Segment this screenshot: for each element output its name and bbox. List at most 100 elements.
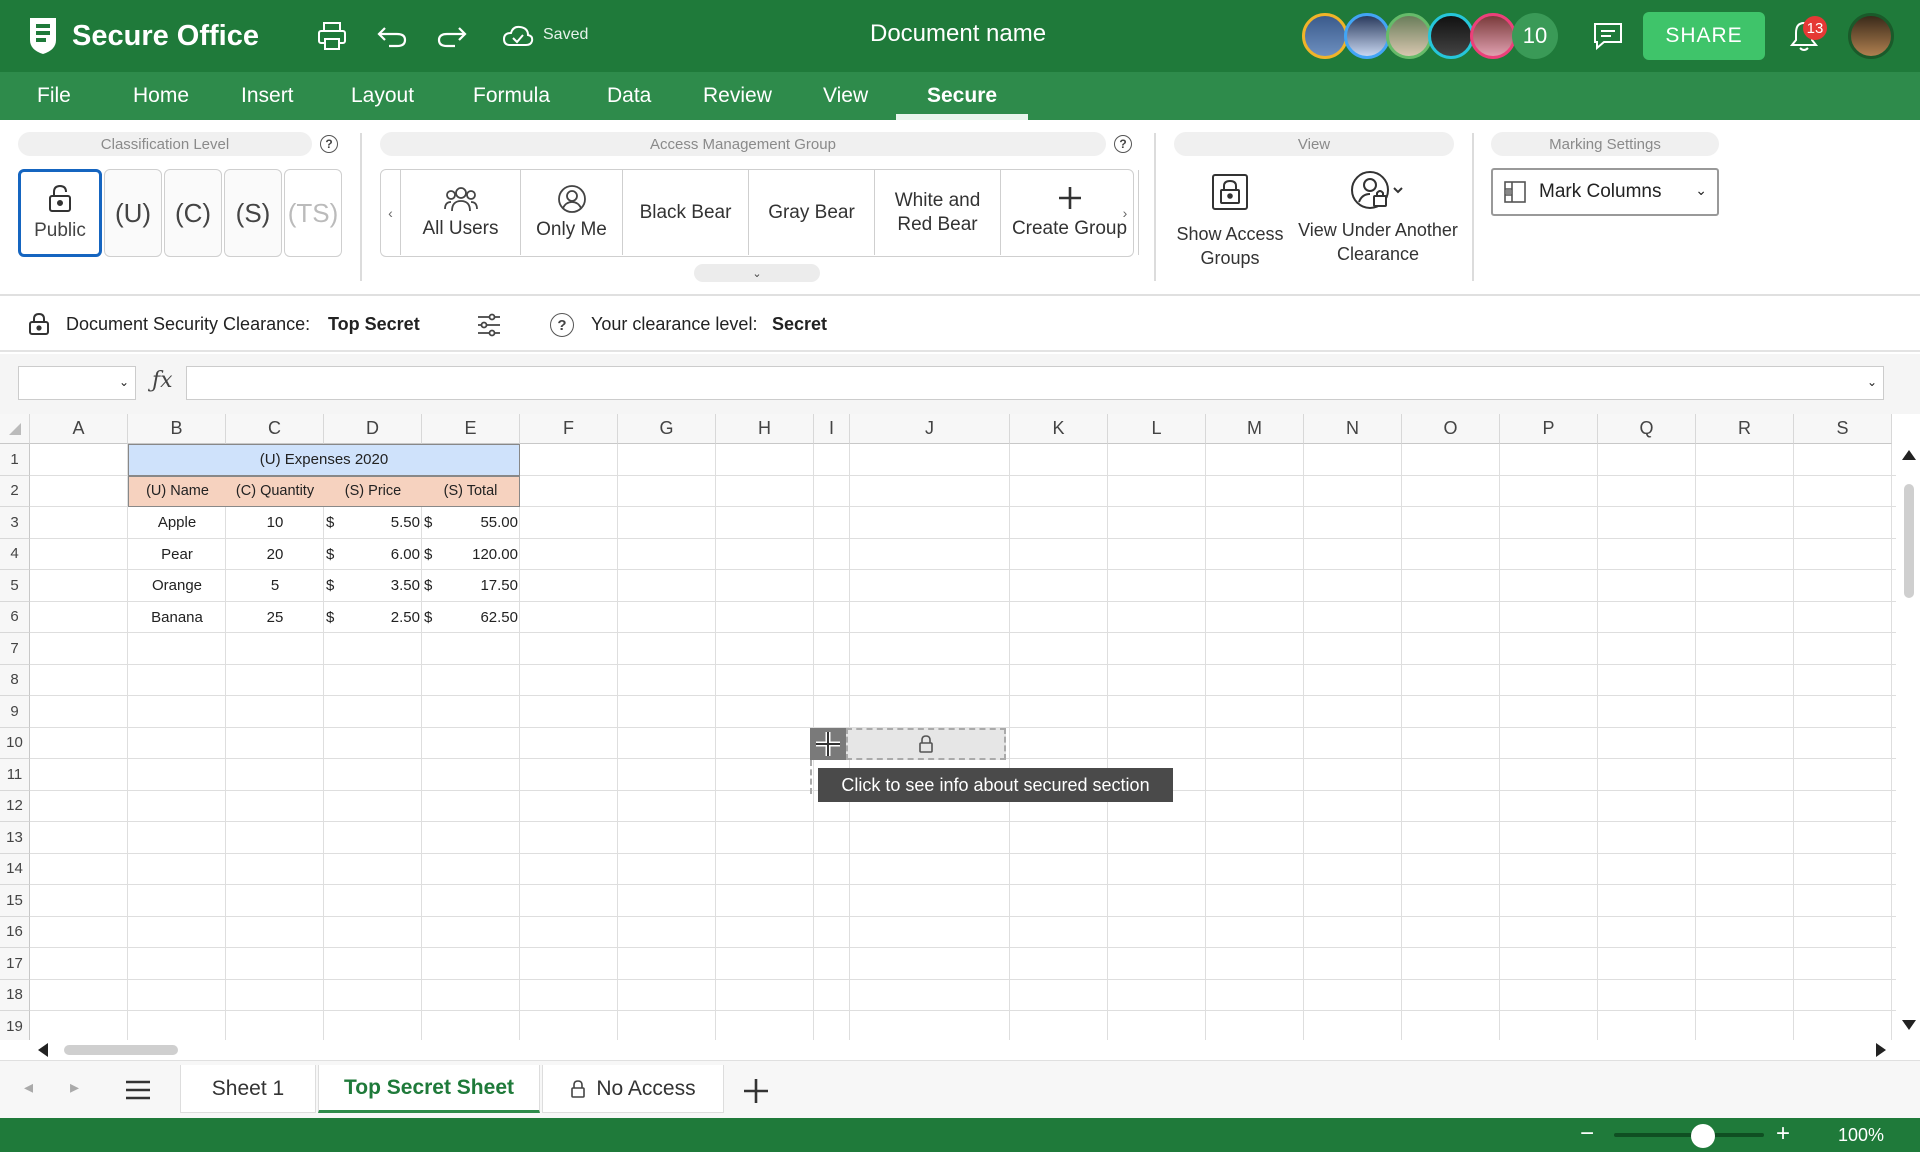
classification-public-button[interactable]: Public (18, 169, 102, 257)
column-header-r[interactable]: R (1696, 414, 1794, 444)
name-box[interactable]: ⌄ (18, 366, 136, 400)
table-header-cell[interactable]: (U) Name (128, 475, 226, 507)
column-header-g[interactable]: G (618, 414, 716, 444)
column-header-e[interactable]: E (422, 414, 520, 444)
scrollbar-thumb[interactable] (1904, 484, 1914, 598)
access-only-me-button[interactable]: Only Me (521, 170, 623, 255)
table-cell-total[interactable]: 62.50 (436, 602, 520, 634)
scroll-up-icon[interactable] (1902, 450, 1916, 460)
row-header-2[interactable]: 2 (0, 475, 30, 507)
table-cell-name[interactable]: Orange (128, 570, 226, 602)
scroll-right-icon[interactable] (1876, 1043, 1886, 1057)
column-header-m[interactable]: M (1206, 414, 1304, 444)
table-header-cell[interactable]: (S) Price (324, 475, 422, 507)
expand-chevron-down-icon[interactable]: ⌄ (694, 264, 820, 282)
column-header-i[interactable]: I (814, 414, 850, 444)
table-cell-quantity[interactable]: 25 (226, 602, 324, 634)
avatar[interactable] (1302, 13, 1348, 59)
tab-no-access[interactable]: No Access (542, 1065, 724, 1113)
column-header-n[interactable]: N (1304, 414, 1402, 444)
help-icon[interactable]: ? (320, 135, 338, 153)
classification-c-button[interactable]: (C) (164, 169, 222, 257)
column-header-q[interactable]: Q (1598, 414, 1696, 444)
column-header-c[interactable]: C (226, 414, 324, 444)
settings-sliders-icon[interactable] (476, 312, 502, 338)
scroll-right-icon[interactable]: › (1117, 170, 1133, 255)
row-header-1[interactable]: 1 (0, 444, 30, 476)
table-cell-quantity[interactable]: 20 (226, 539, 324, 571)
select-all-corner[interactable] (0, 414, 30, 444)
table-cell-currency[interactable]: $ (422, 602, 436, 634)
row-header-12[interactable]: 12 (0, 790, 30, 822)
table-header-cell[interactable]: (C) Quantity (226, 475, 324, 507)
row-header-17[interactable]: 17 (0, 948, 30, 980)
zoom-slider-thumb[interactable] (1691, 1124, 1715, 1148)
row-header-11[interactable]: 11 (0, 759, 30, 791)
column-header-s[interactable]: S (1794, 414, 1892, 444)
menu-review[interactable]: Review (703, 84, 772, 108)
menu-secure[interactable]: Secure (927, 84, 997, 108)
table-cell-currency[interactable]: $ (324, 570, 338, 602)
sheet-list-menu-icon[interactable] (124, 1079, 152, 1101)
access-black-bear-button[interactable]: Black Bear (623, 170, 749, 255)
table-cell-quantity[interactable]: 5 (226, 570, 324, 602)
mark-columns-select[interactable]: Mark Columns ⌄ (1491, 168, 1719, 216)
show-access-groups-button[interactable]: Show Access Groups (1170, 172, 1290, 270)
vertical-scrollbar[interactable] (1896, 444, 1920, 1040)
row-header-10[interactable]: 10 (0, 727, 30, 759)
zoom-out-icon[interactable]: − (1580, 1120, 1594, 1148)
print-icon[interactable] (314, 18, 350, 54)
access-all-users-button[interactable]: All Users (401, 170, 521, 255)
add-sheet-icon[interactable] (742, 1077, 770, 1105)
row-header-4[interactable]: 4 (0, 538, 30, 570)
view-under-clearance-button[interactable]: View Under Another Clearance (1298, 170, 1458, 266)
table-cell-total[interactable]: 120.00 (436, 539, 520, 571)
classification-u-button[interactable]: (U) (104, 169, 162, 257)
table-cell-price[interactable]: 6.00 (338, 539, 422, 571)
menu-layout[interactable]: Layout (351, 84, 414, 108)
row-header-16[interactable]: 16 (0, 916, 30, 948)
secured-section-handle[interactable] (810, 728, 846, 760)
menu-insert[interactable]: Insert (241, 84, 294, 108)
classification-ts-button[interactable]: (TS) (284, 169, 342, 257)
table-cell-quantity[interactable]: 10 (226, 507, 324, 539)
scrollbar-thumb[interactable] (64, 1045, 178, 1055)
row-header-6[interactable]: 6 (0, 601, 30, 633)
row-header-19[interactable]: 19 (0, 1011, 30, 1040)
column-header-d[interactable]: D (324, 414, 422, 444)
table-cell-name[interactable]: Banana (128, 602, 226, 634)
row-header-8[interactable]: 8 (0, 664, 30, 696)
row-header-9[interactable]: 9 (0, 696, 30, 728)
zoom-slider[interactable] (1614, 1133, 1764, 1137)
comments-icon[interactable] (1590, 18, 1626, 54)
table-cell-name[interactable]: Pear (128, 539, 226, 571)
table-cell-name[interactable]: Apple (128, 507, 226, 539)
column-header-j[interactable]: J (850, 414, 1010, 444)
avatar[interactable] (1470, 13, 1516, 59)
row-header-18[interactable]: 18 (0, 979, 30, 1011)
avatar[interactable] (1428, 13, 1474, 59)
undo-icon[interactable] (374, 18, 410, 54)
user-avatar[interactable] (1848, 13, 1894, 59)
table-header-cell[interactable]: (S) Total (422, 475, 520, 507)
table-cell-currency[interactable]: $ (422, 570, 436, 602)
table-cell-currency[interactable]: $ (324, 602, 338, 634)
column-header-f[interactable]: F (520, 414, 618, 444)
menu-home[interactable]: Home (133, 84, 189, 108)
scroll-left-icon[interactable] (38, 1043, 48, 1057)
table-cell-currency[interactable]: $ (324, 507, 338, 539)
avatar[interactable] (1344, 13, 1390, 59)
share-button[interactable]: SHARE (1643, 12, 1765, 60)
avatar[interactable] (1386, 13, 1432, 59)
formula-input[interactable]: ⌄ (186, 366, 1884, 400)
table-cell-total[interactable]: 17.50 (436, 570, 520, 602)
column-header-a[interactable]: A (30, 414, 128, 444)
tab-top-secret-sheet[interactable]: Top Secret Sheet (318, 1065, 540, 1113)
menu-view[interactable]: View (823, 84, 868, 108)
column-header-l[interactable]: L (1108, 414, 1206, 444)
column-header-b[interactable]: B (128, 414, 226, 444)
column-header-o[interactable]: O (1402, 414, 1500, 444)
table-cell-currency[interactable]: $ (422, 539, 436, 571)
help-icon[interactable]: ? (550, 313, 574, 337)
row-header-7[interactable]: 7 (0, 633, 30, 665)
